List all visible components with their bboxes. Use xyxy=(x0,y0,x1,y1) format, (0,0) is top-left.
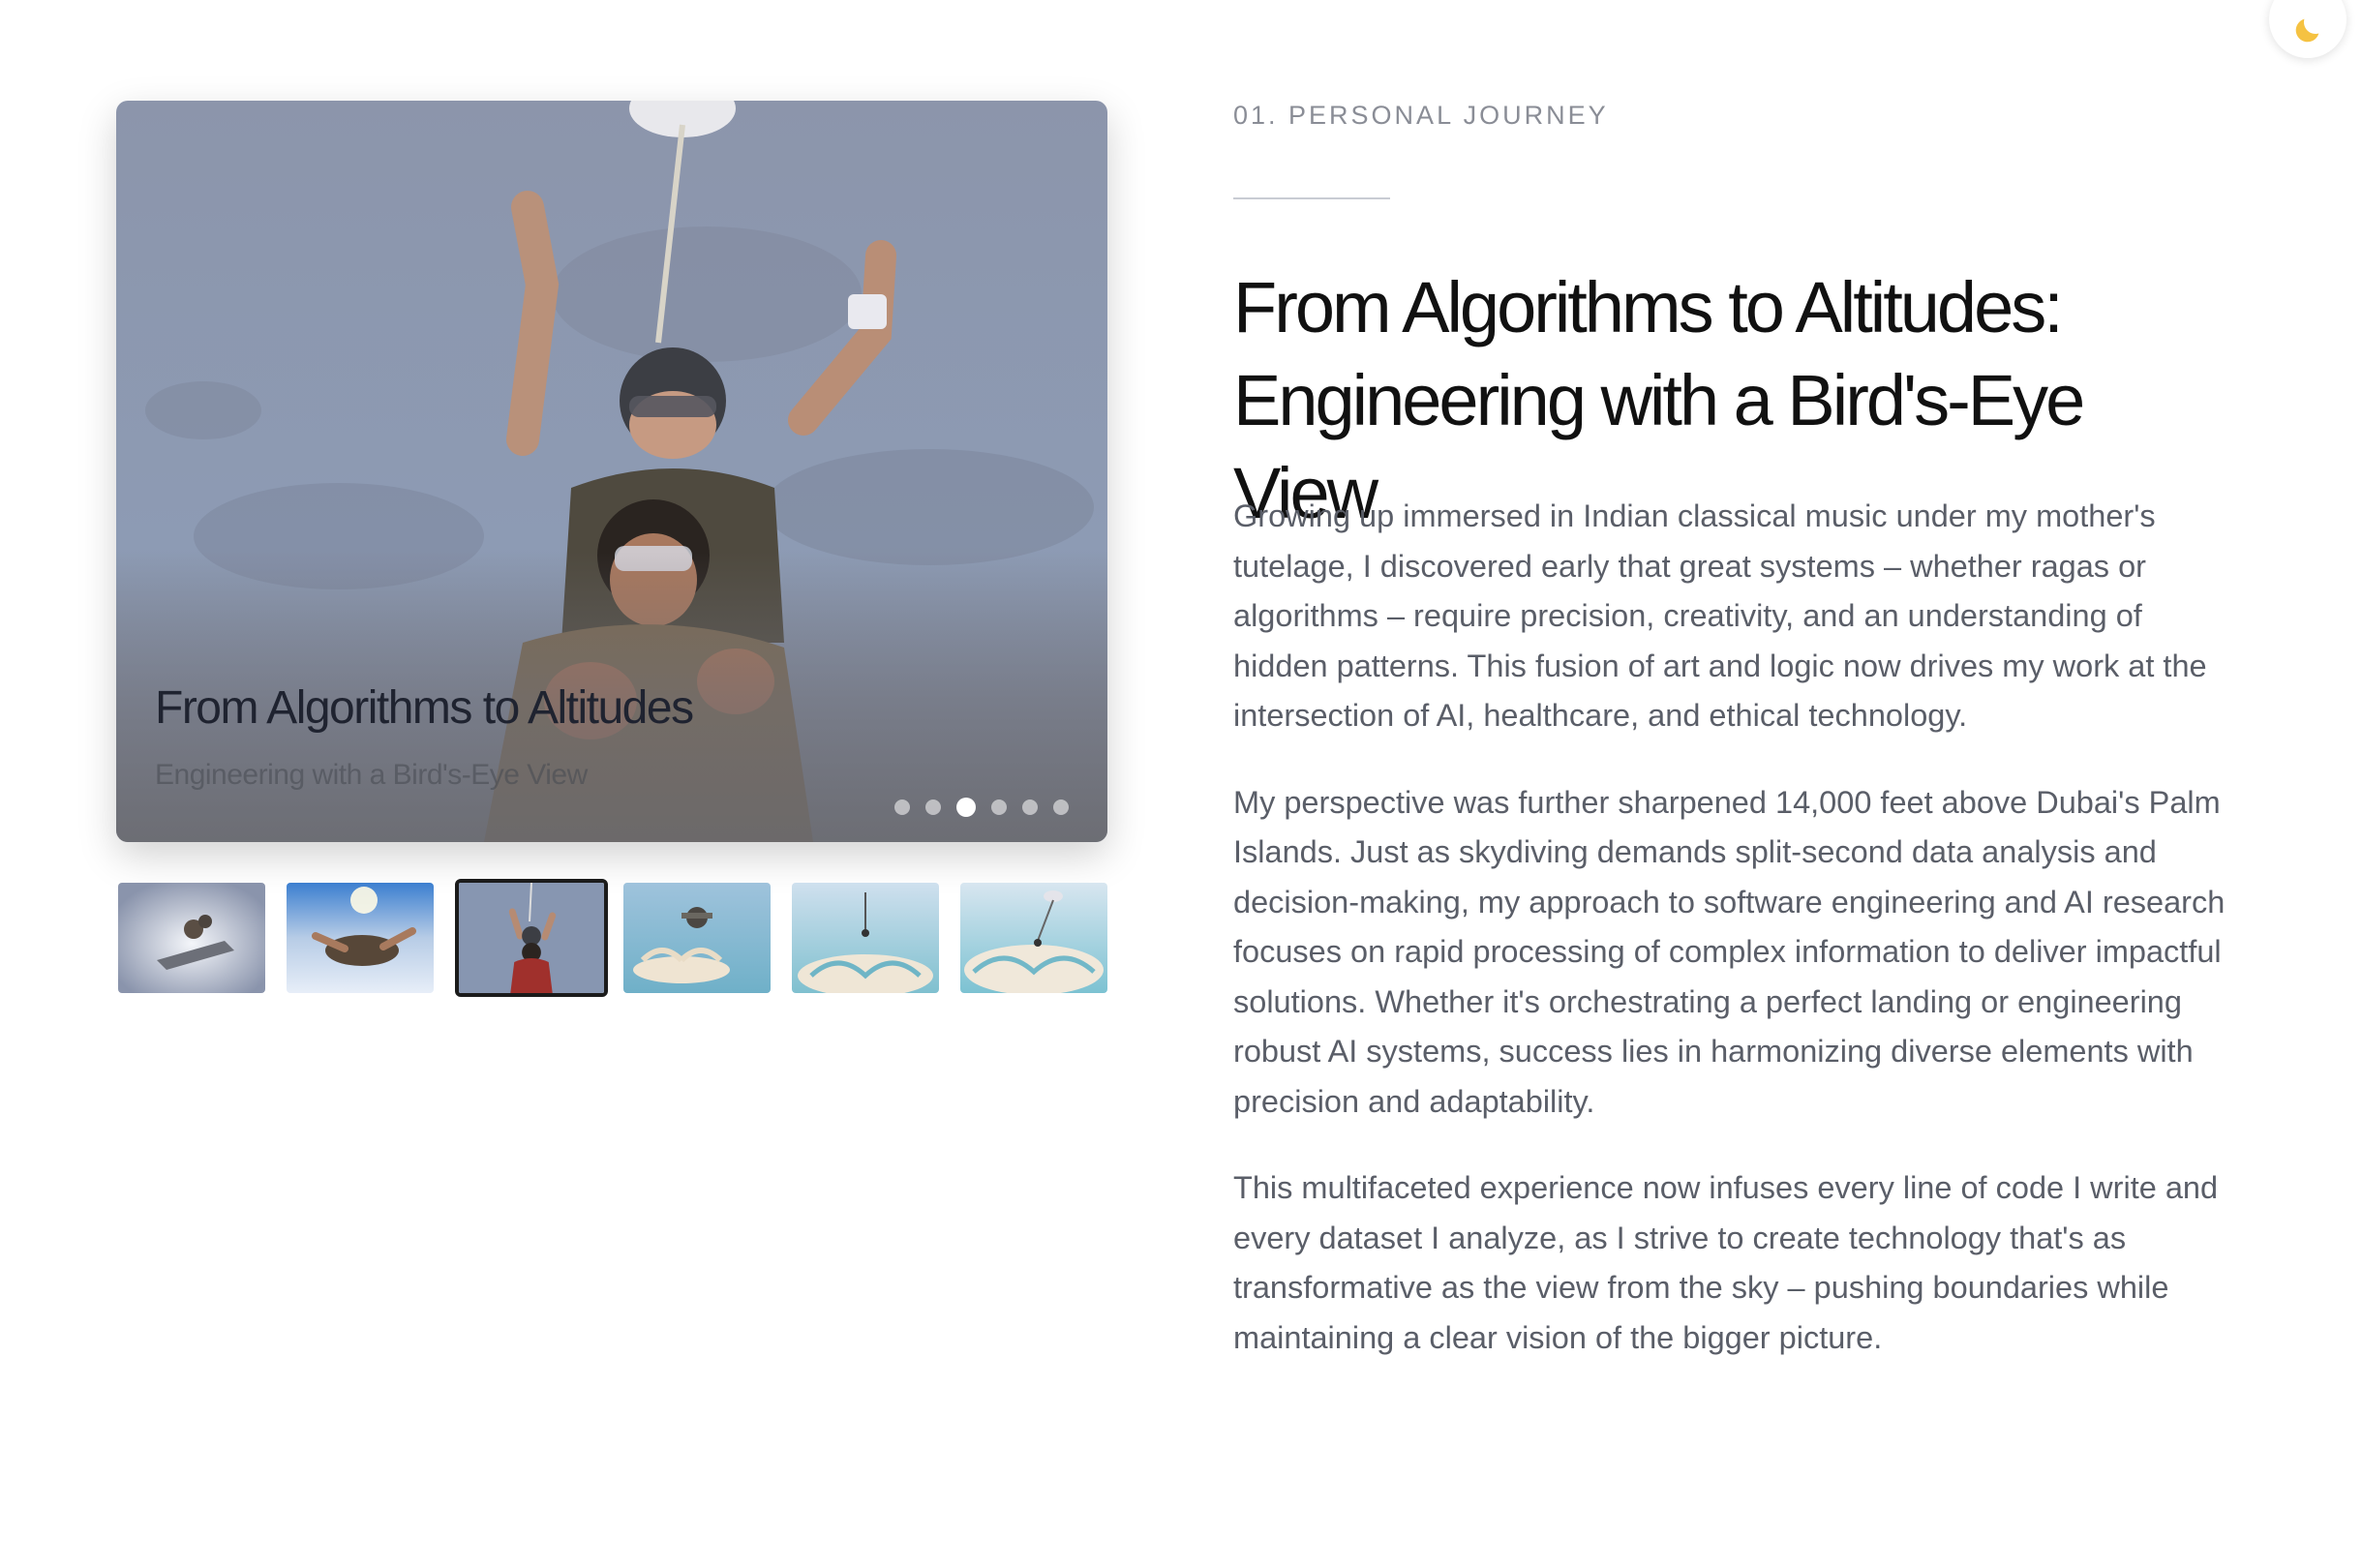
section-divider xyxy=(1233,197,1390,199)
slide-dot-5[interactable] xyxy=(1022,799,1038,815)
thumbnail-5[interactable] xyxy=(792,883,939,993)
slide-caption-subtitle: Engineering with a Bird's-Eye View xyxy=(155,759,588,791)
slide-caption-title: From Algorithms to Altitudes xyxy=(155,682,694,734)
page: From Algorithms to Altitudes Engineering… xyxy=(0,0,2362,1568)
thumbnail-2[interactable] xyxy=(287,883,434,993)
thumbnail-image xyxy=(459,883,604,993)
slide-dots xyxy=(894,798,1069,817)
slide-dot-6[interactable] xyxy=(1053,799,1069,815)
slide-dot-2[interactable] xyxy=(925,799,941,815)
theme-toggle-button[interactable] xyxy=(2269,0,2347,58)
thumbnail-6[interactable] xyxy=(960,883,1107,993)
thumbnail-3[interactable] xyxy=(455,879,608,997)
body-paragraph-3: This multifaceted experience now infuses… xyxy=(1233,1170,2219,1355)
section-eyebrow: 01. PERSONAL JOURNEY xyxy=(1233,101,1609,130)
main-slide[interactable]: From Algorithms to Altitudes Engineering… xyxy=(116,101,1107,842)
slide-dot-4[interactable] xyxy=(991,799,1007,815)
slide-dot-3[interactable] xyxy=(956,798,976,817)
body-paragraph-1: Growing up immersed in Indian classical … xyxy=(1233,498,2207,733)
thumbnail-1[interactable] xyxy=(118,883,265,993)
thumbnail-image xyxy=(792,883,939,993)
thumbnail-4[interactable] xyxy=(623,883,771,993)
headline-line-1: From Algorithms to Altitudes: xyxy=(1233,267,2064,347)
body-paragraph-2: My perspective was further sharpened 14,… xyxy=(1233,784,2226,1119)
photo-gallery: From Algorithms to Altitudes Engineering… xyxy=(116,101,1107,997)
thumbnail-strip xyxy=(116,877,1107,997)
section-body: Growing up immersed in Indian classical … xyxy=(1233,492,2240,1400)
thumbnail-image xyxy=(623,883,771,993)
slide-dot-1[interactable] xyxy=(894,799,910,815)
thumbnail-image xyxy=(287,883,434,993)
thumbnail-image xyxy=(118,883,265,993)
thumbnail-image xyxy=(960,883,1107,993)
moon-icon xyxy=(2295,18,2319,43)
